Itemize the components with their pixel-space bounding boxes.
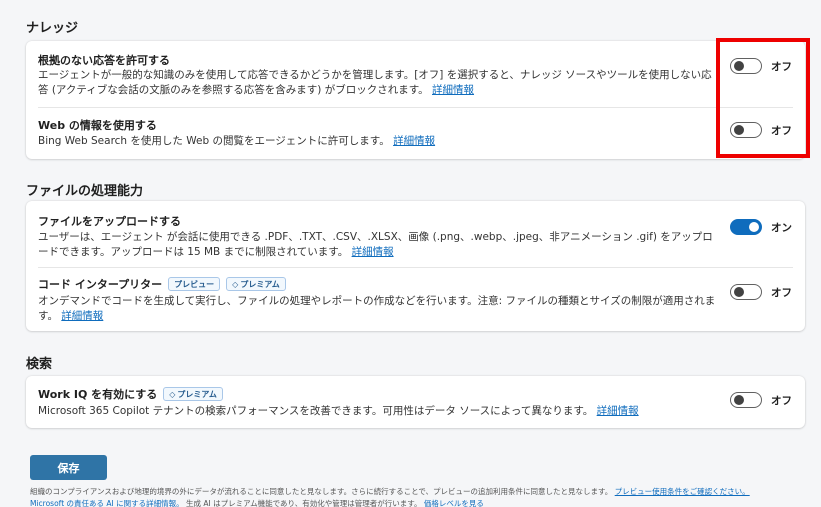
learn-more-link[interactable]: 詳細情報	[432, 84, 474, 96]
row-title: コード インタープリター プレビュー ◇ プレミアム	[38, 276, 286, 292]
toggle-knob	[734, 287, 744, 297]
footer-line-2: Microsoft の責任ある AI に関する詳細情報。 生成 AI はプレミア…	[30, 499, 484, 507]
learn-more-link[interactable]: 詳細情報	[597, 405, 639, 417]
row-description: Microsoft 365 Copilot テナントの検索パフォーマンスを改善で…	[38, 405, 639, 417]
row-title: Web の情報を使用する	[38, 119, 157, 132]
file-upload-row: ファイルをアップロードする ユーザーは、エージェント が会話に使用できる .PD…	[26, 201, 805, 265]
toggle-state-label: オン	[771, 222, 792, 234]
row-title: Work IQ を有効にする ◇ プレミアム	[38, 386, 223, 402]
row-description: エージェントが一般的な知識のみを使用して応答できるかどうかを管理します。[オフ]…	[38, 69, 712, 96]
row-description: オンデマンドでコードを生成して実行し、ファイルの処理やレポートの作成などを行いま…	[38, 295, 716, 322]
work-iq-row: Work IQ を有効にする ◇ プレミアム Microsoft 365 Copi…	[26, 376, 805, 428]
diamond-icon: ◇	[169, 389, 176, 399]
premium-badge: ◇ プレミアム	[163, 387, 223, 401]
toggle-knob	[734, 395, 744, 405]
preview-badge: プレビュー	[168, 277, 221, 291]
section-title-file-processing: ファイルの処理能力	[26, 184, 144, 199]
toggle-state-label: オフ	[771, 395, 792, 407]
preview-terms-link[interactable]: プレビュー使用条件をご確認ください。	[615, 487, 750, 496]
diamond-icon: ◇	[232, 279, 239, 289]
row-title: 根拠のない応答を許可する	[38, 54, 170, 67]
footer-line-1: 組織のコンプライアンスおよび地理的境界の外にデータが流れることに同意したと見なし…	[30, 487, 750, 496]
row-description: Bing Web Search を使用した Web の閲覧をエージェントに許可し…	[38, 135, 436, 147]
toggle-state-label: オフ	[771, 287, 792, 299]
footer-disclaimer: 組織のコンプライアンスおよび地理的境界の外にデータが流れることに同意したと見なし…	[30, 486, 810, 507]
learn-more-link[interactable]: 詳細情報	[352, 246, 394, 258]
premium-badge: ◇ プレミアム	[226, 277, 286, 291]
save-button[interactable]: 保存	[30, 455, 107, 480]
row-title: ファイルをアップロードする	[38, 215, 181, 228]
file-upload-toggle[interactable]	[730, 219, 762, 235]
allow-ungrounded-row: 根拠のない応答を許可する エージェントが一般的な知識のみを使用して応答できるかど…	[26, 41, 805, 105]
web-search-row: Web の情報を使用する Bing Web Search を使用した Web の…	[26, 107, 805, 159]
code-interpreter-toggle[interactable]	[730, 284, 762, 300]
section-title-search: 検索	[26, 357, 53, 372]
search-card: Work IQ を有効にする ◇ プレミアム Microsoft 365 Copi…	[26, 376, 805, 428]
work-iq-toggle[interactable]	[730, 392, 762, 408]
responsible-ai-link[interactable]: Microsoft の責任ある AI に関する詳細情報。	[30, 499, 184, 507]
toggle-knob	[749, 222, 759, 232]
learn-more-link[interactable]: 詳細情報	[61, 310, 103, 322]
file-processing-card: ファイルをアップロードする ユーザーは、エージェント が会話に使用できる .PD…	[26, 201, 805, 331]
row-description: ユーザーは、エージェント が会話に使用できる .PDF、.TXT、.CSV、.X…	[38, 231, 713, 258]
pricing-link[interactable]: 価格レベルを見る	[424, 499, 484, 507]
learn-more-link[interactable]: 詳細情報	[393, 135, 435, 147]
section-title-knowledge: ナレッジ	[26, 21, 79, 36]
highlight-box	[716, 38, 810, 158]
knowledge-card: 根拠のない応答を許可する エージェントが一般的な知識のみを使用して応答できるかど…	[26, 41, 805, 159]
code-interpreter-row: コード インタープリター プレビュー ◇ プレミアム オンデマンドでコードを生成し…	[26, 267, 805, 331]
